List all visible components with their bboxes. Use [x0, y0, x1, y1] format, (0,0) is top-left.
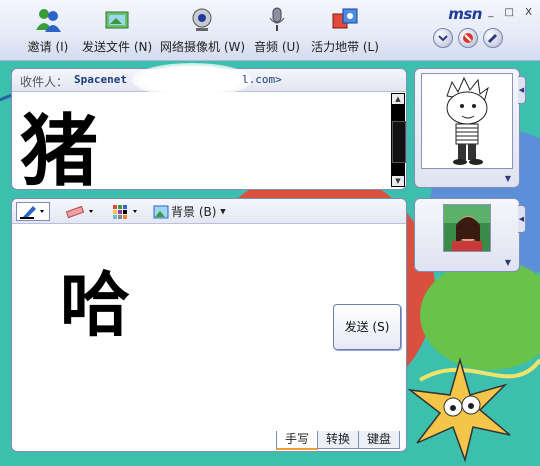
recipient-name: Spacenet — [74, 73, 127, 86]
scroll-thumb[interactable] — [392, 121, 406, 163]
eraser-tool-button[interactable] — [58, 202, 100, 221]
recipient-label: 收件人： — [20, 75, 69, 89]
tab-handwriting[interactable]: 手写 — [275, 431, 318, 450]
pen-tool-button[interactable] — [16, 202, 50, 221]
msn-logo: msn — [448, 5, 482, 23]
chevron-down-icon — [438, 35, 448, 42]
input-mode-tabs: 手写 转换 键盘 — [275, 431, 400, 450]
activities-button[interactable]: 活力地带 (L) — [310, 4, 380, 56]
send-file-icon — [105, 11, 129, 29]
audio-button[interactable]: 音频 (U) — [252, 4, 302, 56]
tab-keyboard[interactable]: 键盘 — [357, 431, 400, 449]
contact-avatar[interactable] — [421, 73, 513, 169]
scroll-down-icon[interactable]: ▼ — [392, 176, 404, 186]
background-label: 背景 (B) — [171, 205, 217, 219]
send-file-label: 发送文件 (N) — [82, 40, 153, 54]
webcam-label: 网络摄像机 (W) — [160, 40, 246, 54]
ink-format-bar: 背景 (B) ▼ — [12, 199, 406, 224]
conversation-window: 邀请 (I) 发送文件 (N) 网络摄像机 (W) 音频 (U) 活力地带 (L… — [0, 0, 540, 466]
invite-label: 邀请 (I) — [27, 40, 69, 54]
scroll-up-icon[interactable]: ▲ — [392, 94, 404, 104]
background-sun-character — [407, 357, 511, 463]
invite-button[interactable]: 邀请 (I) — [20, 4, 76, 56]
recipient-address-suffix: l.com> — [242, 73, 282, 86]
webcam-icon — [192, 8, 212, 31]
microphone-icon — [269, 7, 285, 31]
own-display-picture-frame: ▼ — [414, 198, 520, 272]
contact-display-picture-frame: ▼ — [414, 68, 520, 188]
pencil-icon — [487, 33, 498, 44]
background-dropdown-icon: ▼ — [220, 207, 226, 216]
history-scrollbar[interactable]: ▲ ▼ — [391, 93, 406, 187]
window-controls[interactable]: _ □ X — [488, 7, 536, 18]
collapse-display-picture-tab[interactable]: ◀ — [518, 76, 526, 104]
pen-icon — [20, 206, 44, 219]
color-palette-icon — [113, 205, 137, 219]
background-image-icon — [153, 205, 169, 218]
main-toolbar: 邀请 (I) 发送文件 (N) 网络摄像机 (W) 音频 (U) 活力地带 (L… — [0, 0, 540, 61]
audio-label: 音频 (U) — [254, 40, 300, 54]
recipient-bar: 收件人： Spacenet l.com> — [12, 63, 406, 97]
tab-convert[interactable]: 转换 — [316, 431, 359, 449]
block-icon — [463, 33, 473, 43]
own-avatar[interactable] — [443, 204, 491, 252]
person-photo-icon — [444, 205, 490, 251]
history-ink-drawing: 猪 — [20, 107, 98, 188]
cartoon-boy-icon — [446, 76, 489, 165]
history-handwriting: 猪 — [20, 107, 98, 188]
invite-people-icon — [36, 9, 61, 32]
background-button[interactable]: 背景 (B) ▼ — [150, 202, 234, 221]
activities-label: 活力地带 (L) — [311, 40, 379, 54]
activities-icon — [332, 8, 358, 29]
pencil-button[interactable] — [483, 28, 503, 48]
webcam-button[interactable]: 网络摄像机 (W) — [160, 4, 246, 56]
eraser-icon — [65, 205, 93, 219]
block-button[interactable] — [458, 28, 478, 48]
collapse-own-picture-tab[interactable]: ◀ — [518, 205, 526, 233]
ink-color-button[interactable] — [108, 202, 144, 221]
avatar-menu-arrow-icon[interactable]: ▼ — [505, 174, 511, 183]
conversation-history-panel: 收件人： Spacenet l.com> 猪 ▲ ▼ — [11, 63, 407, 190]
message-history[interactable]: 猪 — [12, 92, 390, 188]
down-arrow-button[interactable] — [433, 28, 453, 48]
send-button[interactable]: 发送 (S) — [333, 304, 401, 350]
own-avatar-menu-arrow-icon[interactable]: ▼ — [505, 258, 511, 267]
compose-handwriting: 哈 — [60, 264, 130, 346]
send-file-button[interactable]: 发送文件 (N) — [82, 4, 152, 56]
